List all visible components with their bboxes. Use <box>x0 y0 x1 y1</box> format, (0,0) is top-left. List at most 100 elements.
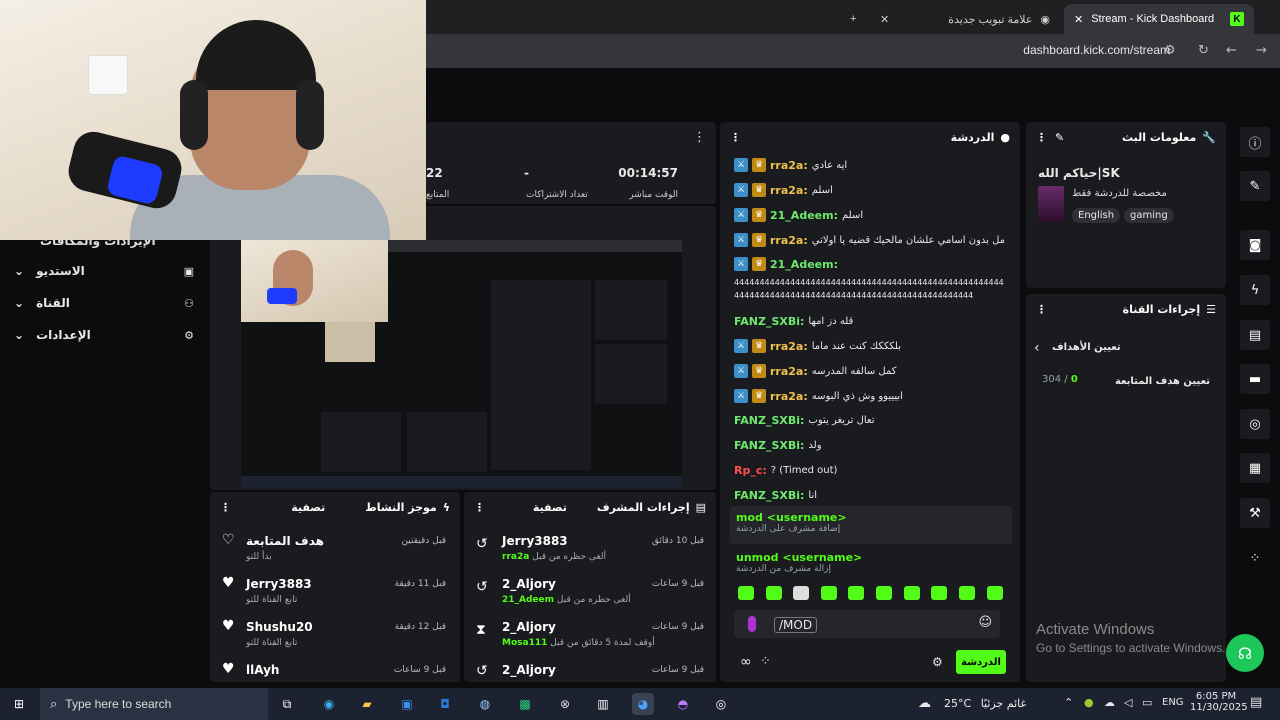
infinity-icon[interactable]: ∞ <box>740 654 752 670</box>
wrench-icon[interactable]: ⚒ <box>1240 498 1270 528</box>
clock[interactable]: 6:05 PM 11/30/2025 <box>1190 691 1248 713</box>
command-suggestion-mod[interactable]: mod <username> إضافة مشرف على الدردشة <box>730 506 1012 544</box>
emote-icon[interactable] <box>959 586 975 600</box>
emote-icon[interactable] <box>931 586 947 600</box>
tab-kick-dashboard[interactable]: ✕ Stream - Kick Dashboard K <box>1064 4 1254 34</box>
emote-icon[interactable] <box>793 586 809 600</box>
chat-username[interactable]: 21_Adeem: <box>770 258 838 271</box>
new-tab-button[interactable]: + <box>840 4 870 34</box>
document-icon[interactable]: ▤ <box>1240 320 1270 350</box>
chat-username[interactable]: rra2a: <box>770 365 808 378</box>
support-headset-icon[interactable]: ☊ <box>1226 634 1264 672</box>
chrome-icon[interactable]: ◕ <box>632 693 654 715</box>
app2-icon[interactable]: ◓ <box>672 693 694 715</box>
more-icon[interactable]: ⋮ <box>693 130 706 145</box>
mod-more-icon[interactable]: ⋮ <box>474 501 485 514</box>
chat-message: ⚔ ♛ rra2a: كمل بدون اسامي علشان مالحيك قض… <box>734 229 1004 251</box>
store-icon[interactable]: ▣ <box>396 693 418 715</box>
actions-more-icon[interactable]: ⋮ <box>1036 303 1047 316</box>
sidebar-item-studio[interactable]: ⌄ الاستديو ▣ <box>14 260 194 282</box>
close-tab-icon[interactable]: ✕ <box>1074 13 1083 26</box>
back-chevron-icon[interactable]: ‹ <box>1034 340 1040 356</box>
goal-current: 0 <box>1070 374 1078 385</box>
emote-icon[interactable] <box>904 586 920 600</box>
emoji-icon[interactable]: ☺ <box>978 615 992 630</box>
emote-icon[interactable] <box>766 586 782 600</box>
chat-username[interactable]: 21_Adeem: <box>770 209 838 222</box>
chat-username[interactable]: FANZ_SXBi: <box>734 315 804 328</box>
dots-icon[interactable]: ⁘ <box>1240 543 1270 573</box>
taskbar-search-box[interactable]: ⌕ Type here to search <box>40 688 268 720</box>
info-more-icon[interactable]: ⋮ <box>1036 131 1047 144</box>
chat-username[interactable]: Rp_c: <box>734 464 767 477</box>
info-icon[interactable]: ⓘ <box>1240 127 1270 157</box>
pencil-icon[interactable]: ✎ <box>1240 171 1270 201</box>
chat-username[interactable]: FANZ_SXBi: <box>734 414 804 427</box>
chat-username[interactable]: rra2a: <box>770 159 808 172</box>
chat-username[interactable]: FANZ_SXBi: <box>734 439 804 452</box>
chat-username[interactable]: rra2a: <box>770 234 808 247</box>
network-icon[interactable]: ▭ <box>1142 696 1152 709</box>
app-icon[interactable]: ▩ <box>514 693 536 715</box>
command-suggestion-unmod[interactable]: unmod <username> إزالة مشرف من الدردشة <box>730 546 1012 584</box>
lightning-icon[interactable]: ϟ <box>1240 275 1270 305</box>
chat-icon[interactable]: ▬ <box>1240 364 1270 394</box>
chat-more-icon[interactable]: ⋮ <box>730 131 741 144</box>
emote-icon[interactable] <box>848 586 864 600</box>
chat-username[interactable]: rra2a: <box>770 340 808 353</box>
headphone-right <box>296 80 324 150</box>
activity-name: Shushu20 <box>246 620 313 634</box>
reload-icon[interactable]: ↻ <box>1198 43 1209 58</box>
steam-icon[interactable]: ◍ <box>474 693 496 715</box>
nested-chat <box>491 280 591 470</box>
chat-username[interactable]: rra2a: <box>770 390 808 403</box>
chat-input-box[interactable]: /MOD ☺ <box>734 610 1000 638</box>
obs-icon[interactable]: ◎ <box>710 693 732 715</box>
tray-chevron-icon[interactable]: ⌃ <box>1064 696 1073 709</box>
emote-icon[interactable] <box>738 586 754 600</box>
stream-preview-video[interactable] <box>241 240 682 488</box>
sidebar-item-settings[interactable]: ⌄ الإعدادات ⚙ <box>14 324 194 346</box>
chat-text: ابيييوو وش ذي البوسه <box>811 390 903 402</box>
camera-icon[interactable]: ◙ <box>1240 230 1270 260</box>
notification-icon[interactable]: ▤ <box>1250 695 1262 710</box>
url-field[interactable]: dashboard.kick.com/stream <box>1023 43 1170 57</box>
chat-username[interactable]: FANZ_SXBi: <box>734 489 804 502</box>
activity-filter-button[interactable]: تصفية <box>291 501 325 514</box>
emote-icon[interactable] <box>821 586 837 600</box>
chat-settings-icon[interactable]: ⚙ <box>932 655 943 669</box>
tray-app-icon[interactable]: ● <box>1084 696 1094 709</box>
back-icon[interactable]: ← <box>1226 43 1237 58</box>
epic-games-icon[interactable]: ▥ <box>592 693 614 715</box>
xbox-icon[interactable]: ⊗ <box>554 693 576 715</box>
windows-start-icon[interactable]: ⊞ <box>8 693 30 715</box>
task-view-icon[interactable]: ⧉ <box>276 693 298 715</box>
edit-icon[interactable]: ✎ <box>1055 131 1064 144</box>
sidebar-item-channel[interactable]: ⌄ القناة ⚇ <box>14 292 194 314</box>
broadcast-icon[interactable]: ◎ <box>1240 409 1270 439</box>
outlook-icon[interactable]: ◘ <box>434 693 456 715</box>
site-settings-icon[interactable]: ⚙ <box>1164 43 1176 58</box>
file-explorer-icon[interactable]: ▰ <box>356 693 378 715</box>
emote-icon[interactable] <box>987 586 1003 600</box>
language-indicator[interactable]: ENG <box>1162 697 1184 708</box>
chat-username[interactable]: rra2a: <box>770 184 808 197</box>
chat-send-button[interactable]: الدردشة <box>956 650 1006 674</box>
cloud-icon[interactable]: ☁ <box>1104 696 1115 709</box>
activity-more-icon[interactable]: ⋮ <box>220 501 231 514</box>
tab-new-tab[interactable]: ✕ علامة تبويب جديدة ◉ <box>870 4 1060 34</box>
follow-goal-label[interactable]: تعيين هدف المتابعة <box>1115 376 1210 387</box>
chat-input[interactable]: /MOD <box>774 617 818 633</box>
sliders-icon: ☰ <box>1206 302 1216 316</box>
mod-filter-button[interactable]: تصفية <box>533 501 567 514</box>
film-icon[interactable]: ▦ <box>1240 453 1270 483</box>
emote-icon[interactable] <box>876 586 892 600</box>
close-tab-icon[interactable]: ✕ <box>880 13 889 26</box>
sidebar-item-label: الإعدادات <box>36 328 91 342</box>
edge-icon[interactable]: ◉ <box>318 693 340 715</box>
globe-icon: ◉ <box>1040 13 1050 26</box>
weather-widget[interactable]: 25°C غائم جزئيًا <box>944 697 1026 710</box>
volume-icon[interactable]: ◁ <box>1124 696 1132 709</box>
dots-icon[interactable]: ⁘ <box>760 654 771 669</box>
forward-icon[interactable]: → <box>1256 43 1267 58</box>
